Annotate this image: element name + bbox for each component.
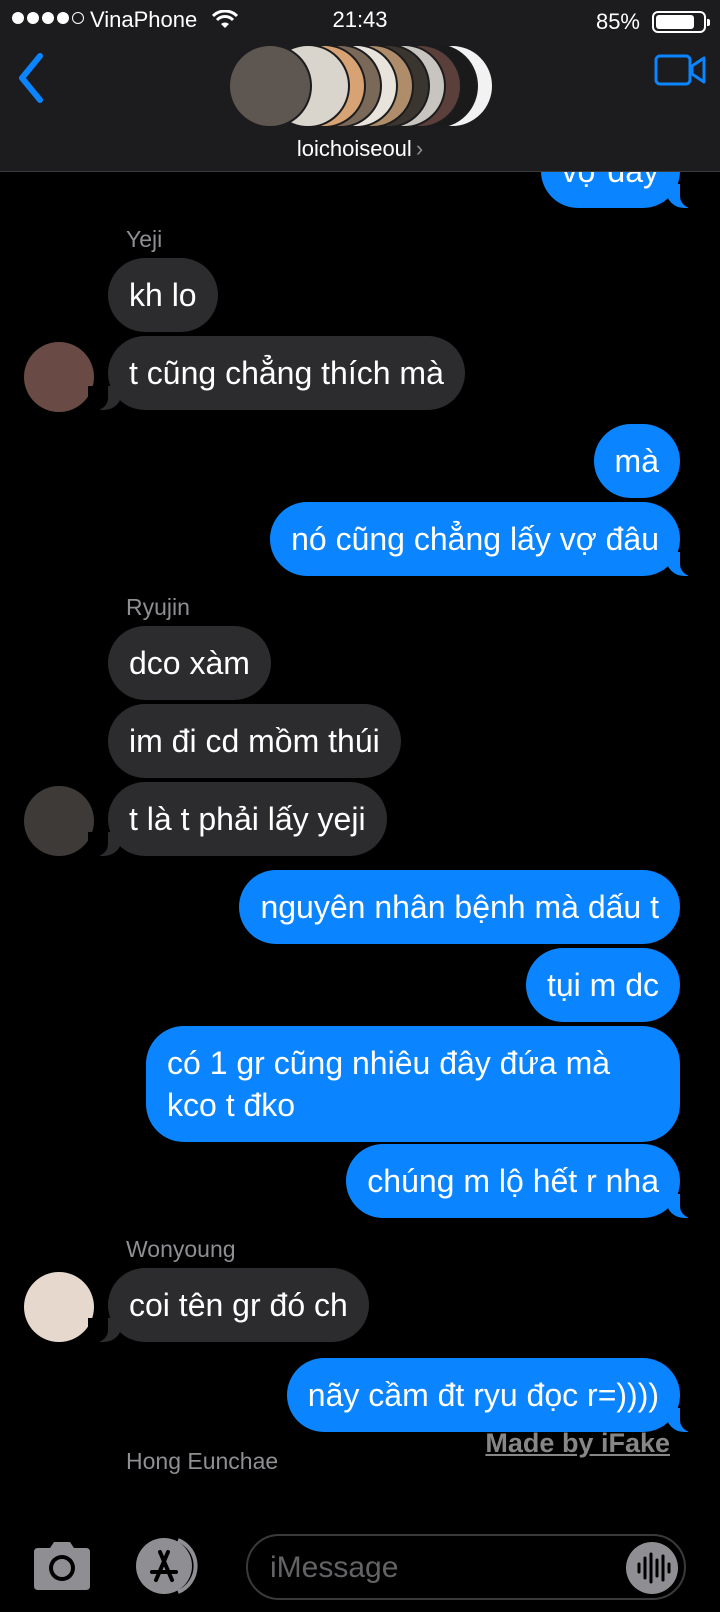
outgoing-message[interactable]: nguyên nhân bệnh mà dấu t <box>239 870 680 944</box>
sender-name: Ryujin <box>126 594 190 620</box>
watermark: Made by iFake <box>485 1428 670 1458</box>
outgoing-message[interactable]: có 1 gr cũng nhiêu đây đứa mà kco t đko <box>146 1026 680 1142</box>
audio-waveform-icon[interactable] <box>626 1542 678 1594</box>
group-name-label: loichoiseoul <box>296 136 412 161</box>
battery-icon <box>652 11 710 33</box>
compose-bar <box>0 1530 720 1612</box>
avatar <box>24 1272 94 1342</box>
battery-percentage: 85% <box>595 9 640 34</box>
incoming-message[interactable]: im đi cd mồm thúi <box>108 704 401 778</box>
outgoing-message[interactable]: tụi m dc <box>525 948 680 1022</box>
outgoing-message[interactable]: vợ đây <box>540 172 701 208</box>
status-bar: VinaPhone 21:43 85% <box>0 0 720 40</box>
outgoing-message[interactable]: nó cũng chẳng lấy vợ đâu <box>270 502 700 576</box>
avatar <box>24 786 94 856</box>
group-avatar-stack[interactable] <box>228 44 494 128</box>
sender-name: Yeji <box>126 226 163 252</box>
chevron-left-icon[interactable] <box>10 46 60 106</box>
message-field <box>246 1534 686 1600</box>
group-member-avatar <box>228 44 312 128</box>
outgoing-message[interactable]: nãy cầm đt ryu đọc r=)))) <box>286 1358 701 1432</box>
outgoing-message[interactable]: chúng m lộ hết r nha <box>346 1144 700 1218</box>
app-store-icon[interactable] <box>134 1536 204 1596</box>
incoming-message[interactable]: kh lo <box>108 258 218 332</box>
conversation-header: loichoiseoul › <box>0 40 720 172</box>
message-input[interactable] <box>270 1546 600 1590</box>
chevron-right-icon: › <box>415 136 424 161</box>
incoming-message[interactable]: coi tên gr đó ch <box>88 1268 369 1342</box>
group-name[interactable]: loichoiseoul › <box>0 136 720 162</box>
incoming-message[interactable]: t là t phải lấy yeji <box>88 782 387 856</box>
incoming-message[interactable]: t cũng chẳng thích mà <box>88 336 465 410</box>
typing-sender-name: Hong Eunchae <box>126 1448 279 1474</box>
video-camera-icon[interactable] <box>654 50 706 90</box>
message-thread[interactable]: vợ đây Yeji kh lo t cũng chẳng thích mà … <box>0 172 720 1530</box>
sender-name: Wonyoung <box>126 1236 236 1262</box>
incoming-message[interactable]: dco xàm <box>108 626 271 700</box>
outgoing-message[interactable]: mà <box>593 424 680 498</box>
avatar <box>24 342 94 412</box>
camera-icon[interactable] <box>30 1538 94 1594</box>
